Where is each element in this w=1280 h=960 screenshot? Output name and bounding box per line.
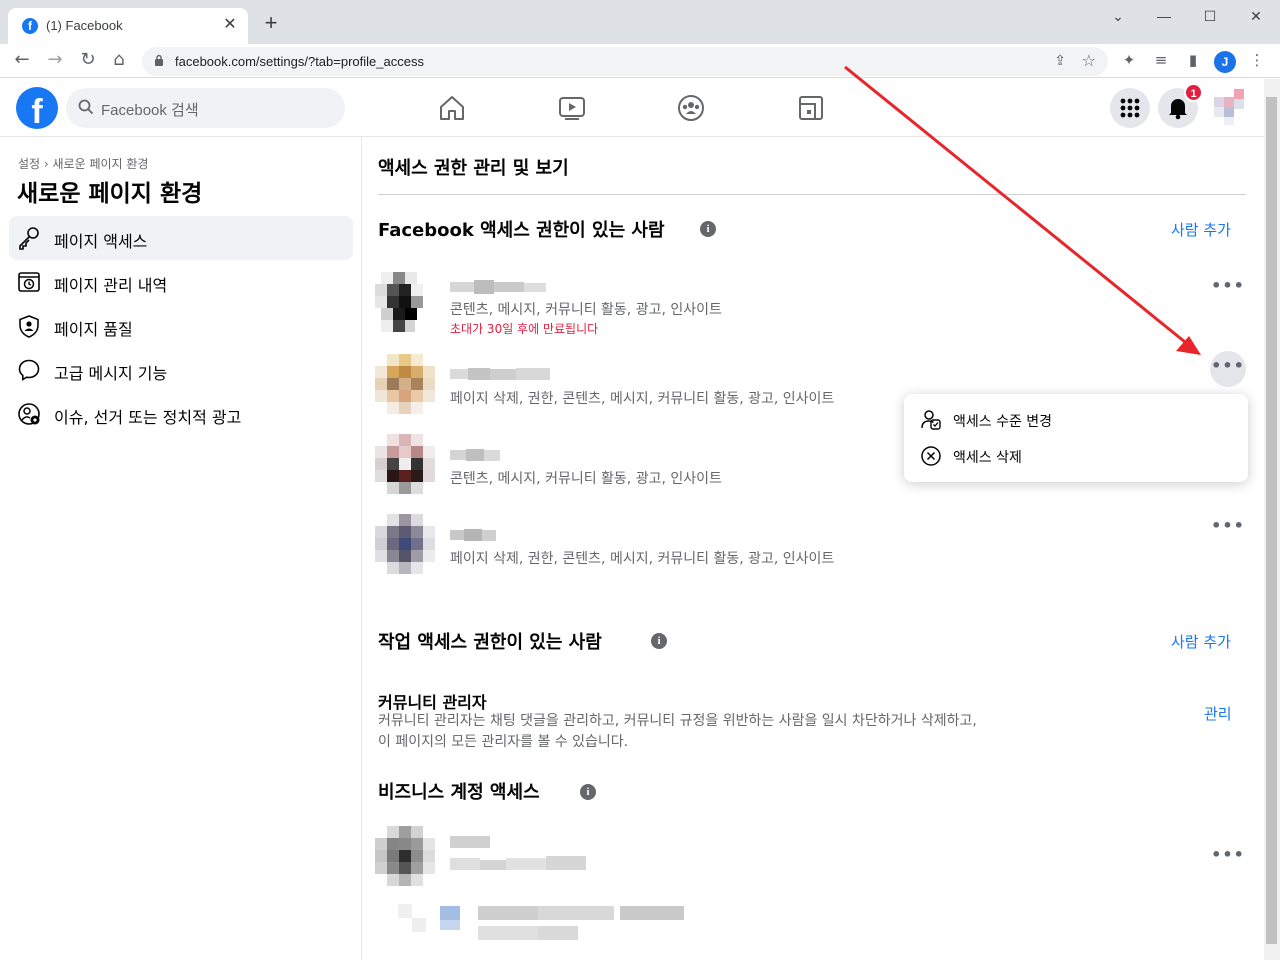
- business-access-heading: 비즈니스 계정 액세스: [378, 782, 540, 803]
- person-permissions: 콘텐츠, 메시지, 커뮤니티 활동, 광고, 인사이트: [450, 302, 722, 318]
- sidebar-item-label: 고급 메시지 기능: [54, 364, 168, 383]
- add-person-link[interactable]: 사람 추가: [1171, 219, 1231, 240]
- business-name-redacted: [450, 836, 586, 870]
- task-access-heading: 작업 액세스 권한이 있는 사람: [378, 632, 602, 653]
- person-name-redacted: [450, 449, 500, 461]
- manage-link[interactable]: 관리: [1204, 703, 1232, 724]
- facebook-favicon-icon: f: [22, 18, 38, 34]
- menu-grid-button[interactable]: [1110, 88, 1150, 128]
- menu-item-label: 액세스 수준 변경: [953, 414, 1053, 430]
- person-name-redacted: [450, 368, 550, 380]
- sidebar-item-page-access[interactable]: 페이지 액세스: [9, 216, 353, 260]
- sidebar-item-label: 페이지 액세스: [54, 232, 148, 251]
- remove-access-item[interactable]: 액세스 삭제: [912, 438, 1240, 474]
- person-avatar[interactable]: [371, 268, 443, 340]
- search-placeholder: Facebook 검색: [101, 102, 199, 119]
- key-icon: [19, 227, 39, 250]
- person-name-redacted: [450, 529, 496, 541]
- page-title: 새로운 페이지 환경: [17, 181, 203, 207]
- facebook-search-input[interactable]: Facebook 검색: [66, 88, 345, 128]
- search-icon: [78, 99, 94, 115]
- community-manager-description: 커뮤니티 관리자는 채팅 댓글을 관리하고, 커뮤니티 규정을 위반하는 사람을…: [378, 713, 977, 750]
- account-avatar[interactable]: [1208, 85, 1252, 129]
- more-options-button[interactable]: •••: [1210, 271, 1246, 307]
- invite-expiry-text: 초대가 30일 후에 만료됩니다: [450, 322, 599, 336]
- facebook-access-heading: Facebook 액세스 권한이 있는 사람: [378, 220, 665, 241]
- person-avatar[interactable]: [371, 510, 443, 582]
- browser-tab[interactable]: f (1) Facebook ✕: [8, 8, 248, 44]
- person-name-redacted: [450, 280, 546, 294]
- url-text: facebook.com/settings/?tab=profile_acces…: [175, 54, 424, 69]
- tab-title: (1) Facebook: [46, 18, 123, 33]
- forward-arrow-icon[interactable]: →: [43, 49, 67, 73]
- more-options-button[interactable]: •••: [1210, 840, 1246, 876]
- browser-toolbar: ← → ↻ ⌂ facebook.com/settings/?tab=profi…: [0, 44, 1280, 78]
- menu-item-label: 액세스 삭제: [953, 450, 1022, 466]
- breadcrumb[interactable]: 설정 › 새로운 페이지 환경: [18, 155, 148, 172]
- access-options-menu: 액세스 수준 변경 액세스 삭제: [904, 394, 1248, 482]
- x-circle-icon: [921, 446, 941, 466]
- close-window-button[interactable]: ✕: [1244, 4, 1268, 28]
- groups-icon[interactable]: [676, 93, 706, 123]
- reload-icon[interactable]: ↻: [76, 49, 100, 73]
- person-permissions: 페이지 삭제, 권한, 콘텐츠, 메시지, 커뮤니티 활동, 광고, 인사이트: [450, 391, 835, 407]
- business-avatar[interactable]: [371, 822, 443, 894]
- sidebar-item-page-history[interactable]: 페이지 관리 내역: [9, 260, 353, 304]
- home-nav-icon[interactable]: [437, 93, 467, 123]
- add-person-link[interactable]: 사람 추가: [1171, 631, 1231, 652]
- more-options-button[interactable]: •••: [1210, 511, 1246, 547]
- person-permissions: 콘텐츠, 메시지, 커뮤니티 활동, 광고, 인사이트: [450, 471, 722, 487]
- grid-menu-icon: [1120, 98, 1140, 118]
- facebook-header: f Facebook 검색: [0, 79, 1264, 137]
- info-icon[interactable]: i: [651, 633, 667, 649]
- info-icon[interactable]: i: [580, 784, 596, 800]
- more-options-button-open[interactable]: •••: [1210, 351, 1246, 387]
- sidebar-item-page-quality[interactable]: 페이지 품질: [9, 304, 353, 348]
- scrollbar-thumb[interactable]: [1266, 97, 1277, 944]
- notification-count-badge: 1: [1184, 83, 1203, 102]
- tab-close-icon[interactable]: ✕: [220, 15, 240, 35]
- person-avatar[interactable]: [371, 430, 443, 502]
- lock-icon: [155, 54, 163, 66]
- share-icon[interactable]: ⇪: [1054, 53, 1066, 69]
- bookmark-star-icon[interactable]: ☆: [1082, 51, 1096, 70]
- settings-sidebar: 설정 › 새로운 페이지 환경 새로운 페이지 환경 페이지 액세스 페이지 관…: [0, 137, 362, 960]
- sidebar-item-label: 페이지 관리 내역: [54, 276, 168, 295]
- watch-video-icon[interactable]: [557, 93, 587, 123]
- side-panel-icon[interactable]: ▮: [1182, 51, 1204, 71]
- address-bar[interactable]: facebook.com/settings/?tab=profile_acces…: [142, 47, 1108, 76]
- person-edit-icon: [921, 410, 941, 430]
- home-icon[interactable]: ⌂: [107, 49, 131, 73]
- extensions-icon[interactable]: ✦: [1118, 51, 1140, 71]
- sidebar-item-label: 이슈, 선거 또는 정치적 광고: [54, 408, 242, 427]
- sidebar-item-label: 페이지 품질: [54, 320, 133, 339]
- back-arrow-icon[interactable]: ←: [10, 49, 34, 73]
- sidebar-item-political-ads[interactable]: 이슈, 선거 또는 정치적 광고: [9, 392, 353, 436]
- person-permissions: 페이지 삭제, 권한, 콘텐츠, 메시지, 커뮤니티 활동, 광고, 인사이트: [450, 551, 835, 567]
- change-access-level-item[interactable]: 액세스 수준 변경: [912, 402, 1240, 438]
- person-gear-icon: [18, 403, 40, 425]
- facebook-logo[interactable]: f: [16, 87, 58, 129]
- maximize-button[interactable]: ☐: [1198, 4, 1222, 28]
- browser-tab-bar: f (1) Facebook ✕ + ⌄ — ☐ ✕: [0, 0, 1280, 44]
- shield-icon: [19, 315, 39, 338]
- info-icon[interactable]: i: [700, 221, 716, 237]
- minimize-button[interactable]: —: [1152, 4, 1176, 28]
- section-divider: [378, 194, 1246, 195]
- browser-menu-icon[interactable]: ⋮: [1246, 51, 1268, 71]
- community-manager-title: 커뮤니티 관리자: [378, 693, 487, 712]
- sidebar-item-advanced-messaging[interactable]: 고급 메시지 기능: [9, 348, 353, 392]
- account-avatar-image: [1214, 89, 1244, 125]
- person-avatar[interactable]: [371, 350, 443, 422]
- main-heading: 액세스 권한 관리 및 보기: [378, 158, 569, 179]
- new-tab-button[interactable]: +: [260, 12, 282, 34]
- business-subitem-redacted: [398, 904, 684, 940]
- gaming-icon[interactable]: [796, 93, 826, 123]
- media-control-icon[interactable]: ≡: [1150, 51, 1172, 71]
- tab-search-icon[interactable]: ⌄: [1106, 4, 1130, 28]
- browser-profile-avatar[interactable]: J: [1214, 51, 1236, 73]
- history-icon: [18, 272, 40, 292]
- chat-bubble-icon: [18, 359, 40, 381]
